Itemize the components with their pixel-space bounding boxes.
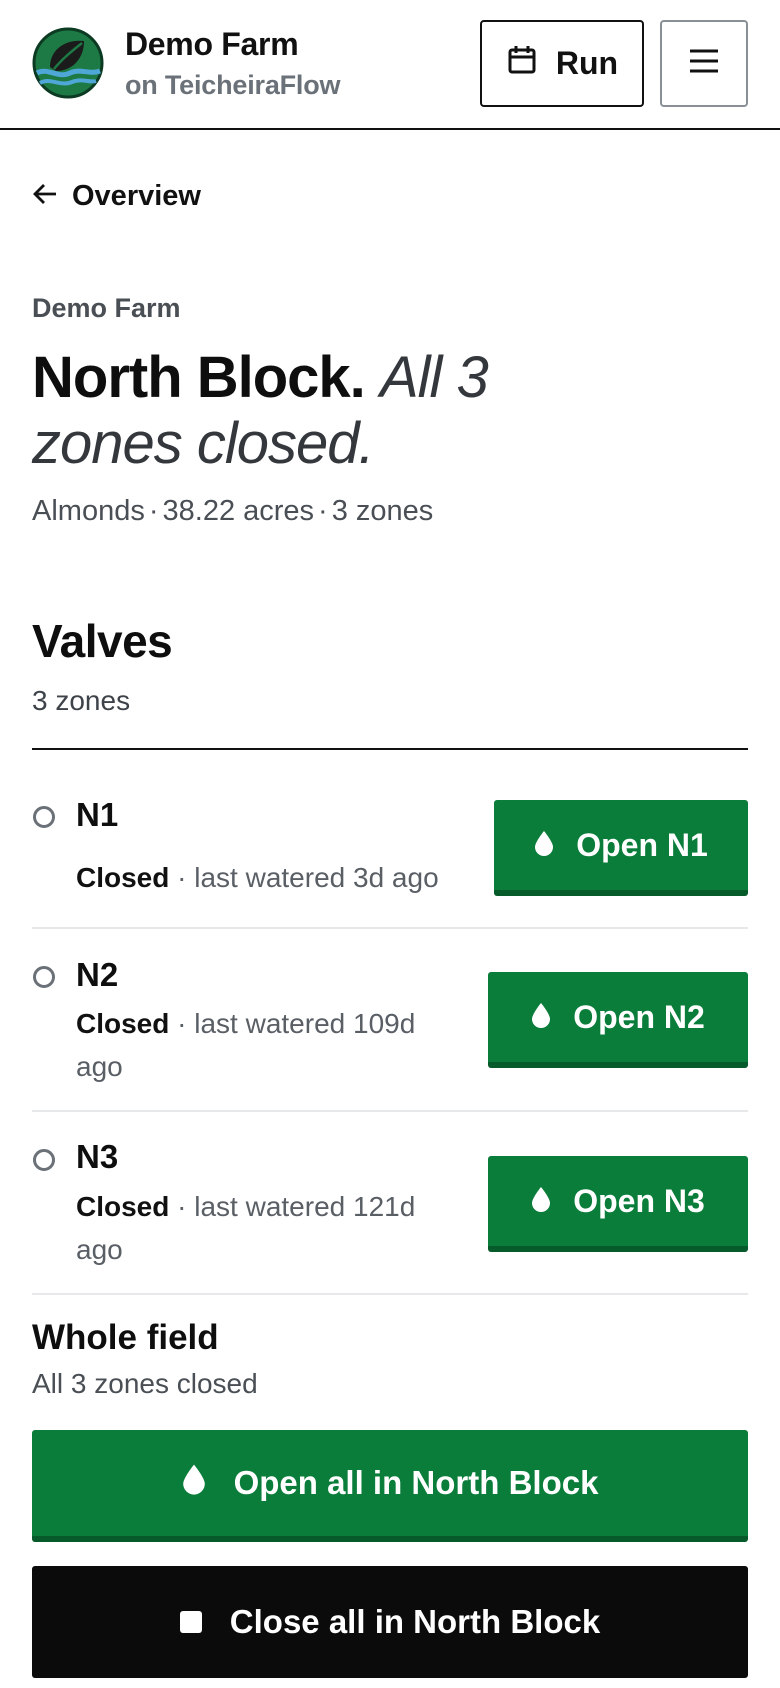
- leaf-water-logo[interactable]: [32, 27, 104, 99]
- zone-state: Closed: [76, 862, 170, 893]
- status-dot-icon: [33, 1149, 55, 1171]
- acreage: 38.22 acres: [162, 495, 315, 527]
- open-zone-label: Open N1: [576, 826, 708, 863]
- back-link-label: Overview: [72, 180, 201, 212]
- back-to-overview-link[interactable]: Overview: [32, 180, 201, 213]
- zone-name: N2: [76, 956, 119, 993]
- whole-field-subtitle: All 3 zones closed: [32, 1368, 258, 1399]
- open-zone-label: Open N3: [573, 1182, 705, 1219]
- whole-field-heading: Whole field: [32, 1318, 219, 1357]
- menu-button[interactable]: [660, 20, 748, 107]
- arrow-left-icon: [32, 180, 58, 213]
- zone-name: N1: [76, 796, 119, 833]
- valves-subtitle: 3 zones: [32, 685, 131, 716]
- status-dot-icon: [33, 806, 55, 828]
- crop-type: Almonds: [32, 495, 145, 527]
- open-zone-button[interactable]: Open N2: [488, 972, 748, 1068]
- water-drop-icon: [531, 999, 551, 1036]
- calendar-icon: [506, 44, 538, 84]
- run-button-label: Run: [555, 45, 619, 81]
- water-drop-icon: [531, 1183, 551, 1220]
- app-header: Demo Farm on TeicheiraFlow Run: [0, 0, 780, 130]
- row-divider: [32, 1110, 748, 1112]
- row-divider: [32, 927, 748, 929]
- zone-last-watered: last watered 3d ago: [194, 862, 439, 893]
- stop-square-icon: [179, 1611, 202, 1633]
- zone-status: Closed · last watered 121d ago: [76, 1191, 416, 1265]
- open-zone-label: Open N2: [573, 998, 705, 1035]
- zone-state: Closed: [76, 1191, 170, 1222]
- run-button[interactable]: Run: [480, 20, 644, 107]
- block-name: North Block.: [32, 345, 366, 410]
- page-title: North Block. All 3 zones closed.: [32, 345, 592, 477]
- open-zone-button[interactable]: Open N3: [488, 1156, 748, 1252]
- zone-name: N3: [76, 1138, 119, 1175]
- farm-name: Demo Farm: [125, 26, 299, 62]
- zone-status: Closed · last watered 109d ago: [76, 1008, 416, 1082]
- row-divider: [32, 1293, 748, 1295]
- open-all-button[interactable]: Open all in North Block: [32, 1430, 748, 1542]
- section-divider: [32, 748, 748, 750]
- open-zone-button[interactable]: Open N1: [494, 800, 748, 896]
- close-all-label: Close all in North Block: [229, 1603, 601, 1640]
- zone-count: 3 zones: [331, 495, 434, 527]
- open-all-label: Open all in North Block: [233, 1464, 599, 1501]
- valves-heading: Valves: [32, 615, 173, 667]
- status-dot-icon: [33, 966, 55, 988]
- block-meta: Almonds · 38.22 acres · 3 zones: [32, 495, 434, 527]
- breadcrumb: Demo Farm: [32, 293, 181, 323]
- zone-state: Closed: [76, 1008, 170, 1039]
- zone-status: Closed · last watered 3d ago: [76, 862, 439, 893]
- water-drop-icon: [534, 827, 554, 864]
- close-all-button[interactable]: Close all in North Block: [32, 1566, 748, 1678]
- platform-name: on TeicheiraFlow: [125, 70, 341, 100]
- hamburger-menu-icon: [687, 47, 721, 80]
- water-drop-icon: [182, 1463, 206, 1503]
